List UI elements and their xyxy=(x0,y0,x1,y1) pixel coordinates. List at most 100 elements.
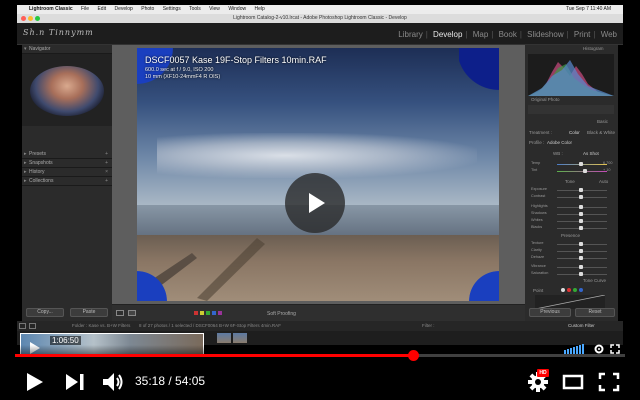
vibrance-slider[interactable]: Vibrance xyxy=(531,264,613,270)
center-toolbar: Soft Proofing xyxy=(112,304,525,321)
original-photo-checkbox[interactable]: Original Photo xyxy=(531,97,560,102)
mini-fullscreen-icon[interactable] xyxy=(610,344,620,354)
temp-slider[interactable]: Temp 6,700 xyxy=(531,161,613,167)
photo-lens: 10 mm (XF10-24mmF4 R OIS) xyxy=(145,74,221,80)
second-window-icon[interactable] xyxy=(19,323,26,329)
clarity-slider[interactable]: Clarity xyxy=(531,248,613,254)
navigator-preview[interactable] xyxy=(22,54,112,126)
grid-view-icon[interactable] xyxy=(29,323,36,329)
tool-strip[interactable] xyxy=(528,105,614,114)
saturation-slider[interactable]: Saturation xyxy=(531,271,613,277)
mini-gear-icon[interactable] xyxy=(594,344,604,354)
module-picker: Library | Develop | Map | Book | Slideshow | … xyxy=(398,30,617,39)
filmstrip-thumb[interactable] xyxy=(217,333,231,343)
basic-header[interactable]: Basic xyxy=(597,119,608,124)
menu-edit[interactable]: Edit xyxy=(97,6,106,12)
vignette-corner xyxy=(459,48,499,92)
module-print[interactable]: Print xyxy=(574,30,590,39)
custom-filter-select[interactable]: Custom Filter xyxy=(568,321,595,331)
tint-slider[interactable]: Tint + 10 xyxy=(531,168,613,174)
next-icon[interactable] xyxy=(64,372,88,392)
filmstrip-thumb[interactable] xyxy=(233,333,247,343)
exposure-slider[interactable]: Exposure xyxy=(531,187,613,193)
menu-help[interactable]: Help xyxy=(255,6,265,12)
window-titlebar: Lightroom Catalog-2-v10.lrcat - Adobe Ph… xyxy=(17,14,623,23)
module-web[interactable]: Web xyxy=(601,30,617,39)
volume-level-icon[interactable] xyxy=(564,344,588,354)
auto-button[interactable]: Auto xyxy=(599,179,608,184)
before-after-icon[interactable] xyxy=(128,310,136,316)
treatment-bw[interactable]: Black & White xyxy=(587,130,615,135)
play-icon[interactable] xyxy=(24,370,46,394)
filter-label: Filter : xyxy=(422,323,435,328)
profile-select[interactable]: Adobe Color xyxy=(547,140,572,145)
photo-exposure: 600.0 sec at f / 9.0, ISO 200 xyxy=(145,67,214,73)
volume-icon[interactable] xyxy=(101,370,125,394)
module-slideshow[interactable]: Slideshow xyxy=(527,30,563,39)
histogram-label: Histogram xyxy=(583,46,604,51)
highlights-slider[interactable]: Highlights xyxy=(531,204,613,210)
menu-file[interactable]: File xyxy=(81,6,89,12)
loupe-view-icon[interactable] xyxy=(116,310,124,316)
blacks-slider[interactable]: Blacks xyxy=(531,225,613,231)
snapshots-header[interactable]: ▸ Snapshots + xyxy=(22,159,112,168)
left-buttons: Copy... Paste xyxy=(22,307,112,319)
right-panel: Histogram Original Photo Basic Treatment… xyxy=(525,45,618,321)
identity-plate: Sh.n Tinnymm xyxy=(23,28,94,37)
photo-filename: DSCF0057 Kase 19F-Stop Filters 10min.RAF xyxy=(145,55,327,65)
treatment-color[interactable]: Color xyxy=(569,130,580,135)
tone-curve-header[interactable]: Tone Curve xyxy=(583,278,606,283)
texture-slider[interactable]: Texture xyxy=(531,241,613,247)
paste-button[interactable]: Paste xyxy=(70,308,108,317)
curve-channels[interactable] xyxy=(561,288,583,292)
play-icon xyxy=(309,193,325,213)
filmstrip-bar: Folder : Kase vs. B+W Filters 8 of 27 ph… xyxy=(17,321,623,331)
theater-mode-icon[interactable] xyxy=(562,373,584,391)
mac-menubar: Lightroom Classic File Edit Develop Phot… xyxy=(17,5,623,14)
contrast-slider[interactable]: Contrast xyxy=(531,194,613,200)
scrub-preview-time: 1:06:50 xyxy=(50,336,81,345)
histogram[interactable] xyxy=(528,54,614,96)
history-header[interactable]: ▸ History × xyxy=(22,168,112,177)
menu-view[interactable]: View xyxy=(209,6,220,12)
copy-button[interactable]: Copy... xyxy=(26,308,64,317)
treatment-label: Treatment : xyxy=(529,130,552,135)
lr-header: Sh.n Tinnymm Library | Develop | Map | Book… xyxy=(17,23,623,45)
window-title: Lightroom Catalog-2-v10.lrcat - Adobe Ph… xyxy=(233,15,407,21)
soft-proofing-checkbox[interactable]: Soft Proofing xyxy=(267,311,296,317)
menu-settings[interactable]: Settings xyxy=(163,6,181,12)
close-window-icon[interactable] xyxy=(21,16,26,21)
previous-button[interactable]: Previous xyxy=(529,308,571,317)
minimize-window-icon[interactable] xyxy=(28,16,33,21)
histogram-graph xyxy=(528,60,614,96)
reset-button[interactable]: Reset xyxy=(575,308,615,317)
module-book[interactable]: Book xyxy=(499,30,517,39)
video-player[interactable]: Lightroom Classic File Edit Develop Phot… xyxy=(0,0,640,400)
wb-label: WB : xyxy=(553,151,563,156)
menu-develop[interactable]: Develop xyxy=(114,6,132,12)
zoom-window-icon[interactable] xyxy=(35,16,40,21)
vignette-corner xyxy=(137,271,167,301)
menu-tools[interactable]: Tools xyxy=(189,6,201,12)
presets-header[interactable]: ▸ Presets + xyxy=(22,150,112,159)
menu-window[interactable]: Window xyxy=(228,6,246,12)
module-develop[interactable]: Develop xyxy=(433,30,462,39)
navigator-thumbnail xyxy=(30,66,104,116)
big-play-button[interactable] xyxy=(285,173,345,233)
wb-select[interactable]: As Shot xyxy=(583,151,599,156)
folder-path[interactable]: Folder : Kase vs. B+W Filters xyxy=(72,321,130,331)
progress-fill xyxy=(15,354,414,357)
whites-slider[interactable]: Whites xyxy=(531,218,613,224)
app-menu[interactable]: Lightroom Classic xyxy=(29,6,73,12)
dehaze-slider[interactable]: Dehaze xyxy=(531,255,613,261)
tone-curve-point[interactable]: Point xyxy=(533,288,543,293)
module-library[interactable]: Library xyxy=(398,30,422,39)
module-map[interactable]: Map xyxy=(473,30,489,39)
color-labels[interactable] xyxy=(194,311,222,315)
fullscreen-icon[interactable] xyxy=(598,372,620,392)
presence-label: Presence xyxy=(561,233,581,238)
shadows-slider[interactable]: Shadows xyxy=(531,211,613,217)
navigator-header[interactable]: ▾ Navigator xyxy=(22,45,112,54)
menu-photo[interactable]: Photo xyxy=(141,6,154,12)
collections-header[interactable]: ▸ Collections + xyxy=(22,177,112,186)
